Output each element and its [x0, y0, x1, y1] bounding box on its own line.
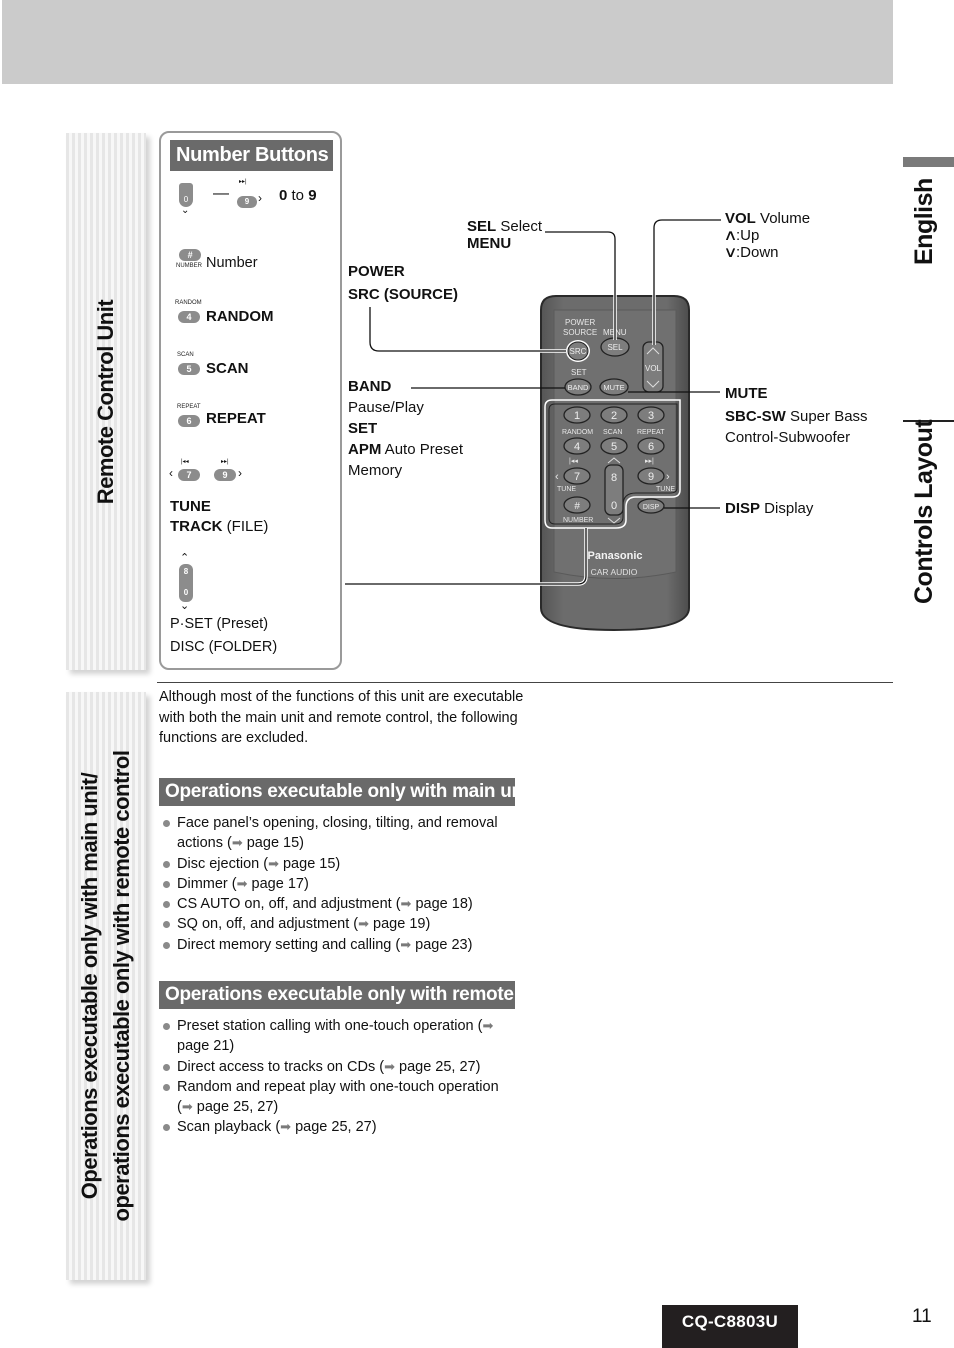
arrow-right-icon: ➡: [236, 875, 248, 891]
side-tab-line-2: operations executable only with remote c…: [109, 750, 134, 1222]
svg-text:MUTE: MUTE: [603, 383, 624, 392]
remote-section-title: Operations executable only with remote c…: [159, 981, 581, 1009]
callout-set: SET: [348, 420, 378, 437]
list-item: Scan playback (➡ page 25, 27): [162, 1117, 507, 1137]
arrow-right-icon: ➡: [268, 855, 279, 871]
svg-text:SEL: SEL: [607, 343, 623, 352]
key-7-button[interactable]: 7: [563, 467, 591, 485]
callout-sel: SEL Select MENU: [467, 218, 543, 252]
intro-paragraph: Although most of the functions of this u…: [159, 689, 524, 746]
remote-list: Preset station calling with one-touch op…: [162, 1016, 507, 1138]
svg-text:6: 6: [648, 441, 654, 453]
callout-band-desc: Pause/Play: [348, 399, 424, 416]
svg-text:2: 2: [611, 410, 617, 422]
main-unit-list: Face panel’s opening, closing, tilting, …: [162, 813, 522, 955]
callout-mute: MUTE SBC-SW Super Bass Control-Subwoofer: [725, 383, 868, 448]
remote-label-random: RANDOM: [562, 429, 593, 436]
list-item: SQ on, off, and adjustment (➡ page 19): [162, 914, 522, 934]
svg-text:4: 4: [574, 441, 580, 453]
sel-button[interactable]: SEL: [600, 337, 630, 357]
arrow-right-icon: ➡: [358, 916, 369, 932]
svg-text:9: 9: [648, 471, 654, 483]
key-9-button[interactable]: 9: [637, 467, 665, 485]
svg-text:8: 8: [611, 472, 617, 484]
arrow-right-icon: ➡: [181, 1099, 193, 1115]
disp-button[interactable]: DISP: [637, 498, 665, 514]
key-4-button[interactable]: 4: [563, 437, 591, 455]
remote-label-power: POWER: [565, 318, 595, 327]
svg-text:0: 0: [611, 500, 617, 512]
list-item: Random and repeat play with one-touch op…: [162, 1077, 507, 1118]
side-tab-title: Operations executable only with main uni…: [74, 751, 138, 1222]
list-item: Direct access to tracks on CDs (➡ page 2…: [162, 1057, 507, 1077]
callout-sbc-cont: Control-Subwoofer: [725, 429, 851, 446]
list-item: CS AUTO on, off, and adjustment (➡ page …: [162, 894, 522, 914]
callout-power: POWER: [348, 263, 405, 280]
list-item: Face panel’s opening, closing, tilting, …: [162, 813, 522, 854]
svg-text:7: 7: [574, 471, 580, 483]
callout-mute-title: MUTE: [725, 385, 768, 402]
band-button[interactable]: BAND: [564, 378, 592, 396]
model-badge: CQ-C8803U: [662, 1305, 798, 1348]
svg-text:1: 1: [574, 410, 580, 422]
main-unit-section-title: Operations executable only with main uni…: [159, 778, 534, 806]
callout-menu: MENU: [467, 235, 512, 252]
prev-track-icon: |◂◂: [569, 458, 578, 465]
callout-band: BAND Pause/Play SET APM Auto Preset Memo…: [348, 376, 463, 481]
brand-logo: Panasonic: [587, 550, 642, 562]
svg-text:DISP: DISP: [643, 504, 660, 511]
svg-text:VOL: VOL: [645, 364, 662, 373]
next-track-icon: ▸▸|: [645, 458, 654, 465]
list-item: Direct memory setting and calling (➡ pag…: [162, 935, 522, 955]
callout-band-title: BAND: [348, 378, 392, 395]
page-number: 11: [912, 1306, 932, 1327]
chevron-right-icon: ›: [666, 471, 670, 483]
key-5-button[interactable]: 5: [600, 437, 628, 455]
remote-label-scan: SCAN: [603, 429, 622, 436]
list-item: Preset station calling with one-touch op…: [162, 1016, 507, 1057]
callout-vol: VOL Volume ∧:Up ∨:Down: [723, 210, 811, 261]
arrow-right-icon: ➡: [400, 896, 412, 912]
callout-src: SRC (SOURCE): [348, 286, 459, 303]
key-hash-button[interactable]: #: [563, 496, 591, 514]
svg-text:3: 3: [648, 410, 654, 422]
brand-subtitle: CAR AUDIO: [591, 567, 638, 577]
remote-label-set: SET: [571, 368, 587, 377]
remote-label-tune-left: TUNE: [557, 486, 576, 493]
remote-control-illustration: POWER SOURCE MENU SRC SEL VOL SET BAND M…: [345, 218, 721, 632]
svg-text:5: 5: [611, 441, 617, 453]
key-8-0-rocker[interactable]: 8 0: [604, 464, 624, 516]
chevron-left-icon: ‹: [555, 471, 559, 483]
src-button[interactable]: SRC: [566, 340, 590, 362]
list-item: Dimmer (➡ page 17): [162, 874, 522, 894]
key-6-button[interactable]: 6: [637, 437, 665, 455]
svg-text:#: #: [574, 501, 580, 512]
vol-rocker[interactable]: VOL: [642, 341, 664, 393]
callout-apm: APM Auto Preset: [348, 441, 464, 458]
callout-apm-cont: Memory: [348, 462, 403, 479]
arrow-right-icon: ➡: [482, 1018, 494, 1033]
remote-label-repeat: REPEAT: [637, 429, 665, 436]
key-1-button[interactable]: 1: [563, 406, 591, 424]
side-tab-line-1: Operations executable only with main uni…: [77, 772, 102, 1200]
list-item: Disc ejection (➡ page 15): [162, 854, 522, 874]
section-divider-line: [157, 682, 893, 683]
chevron-up-icon: ∧: [723, 227, 738, 244]
remote-label-number: NUMBER: [563, 517, 593, 524]
svg-text:SRC: SRC: [570, 347, 587, 356]
remote-label-source: SOURCE: [563, 328, 597, 337]
key-3-button[interactable]: 3: [637, 406, 665, 424]
callout-disp: DISP Display: [725, 500, 814, 517]
arrow-right-icon: ➡: [280, 1119, 292, 1135]
arrow-right-icon: ➡: [231, 835, 243, 851]
arrow-right-icon: ➡: [384, 1058, 395, 1074]
key-2-button[interactable]: 2: [600, 406, 628, 424]
arrow-right-icon: ➡: [400, 936, 412, 952]
chevron-down-icon: ∨: [723, 244, 738, 261]
mute-button[interactable]: MUTE: [599, 378, 629, 396]
remote-label-tune-right: TUNE: [656, 486, 675, 493]
side-tab-operations: Operations executable only with main uni…: [66, 692, 146, 1280]
callout-sbc: SBC-SW Super Bass: [725, 408, 868, 425]
svg-text:BAND: BAND: [568, 383, 589, 392]
